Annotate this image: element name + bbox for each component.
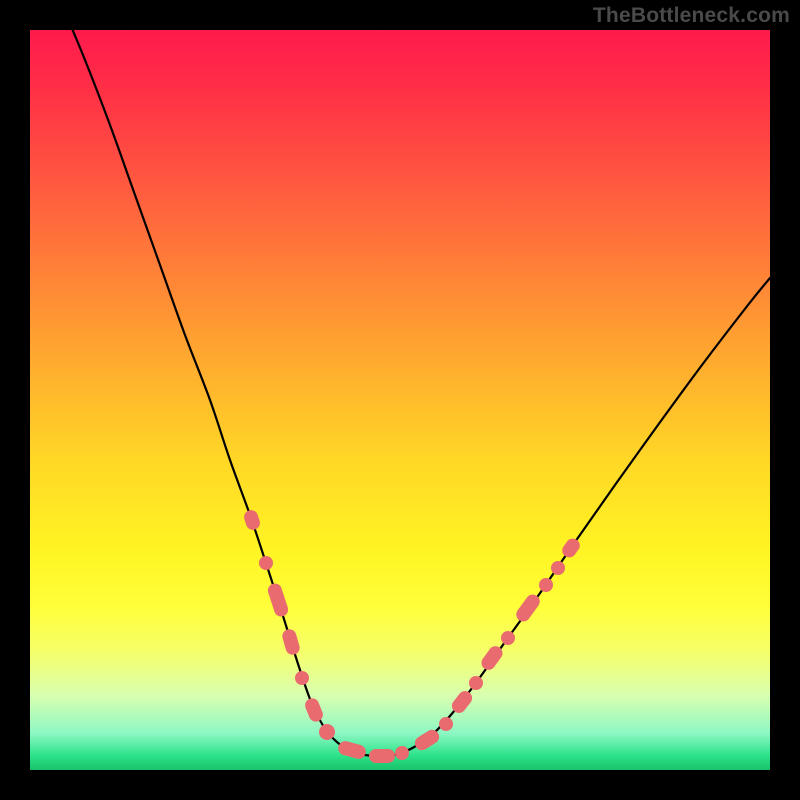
data-segment [242, 508, 261, 531]
chart-container: TheBottleneck.com [0, 0, 800, 800]
data-segment [281, 628, 302, 657]
data-point [469, 676, 483, 690]
data-point [395, 746, 409, 760]
curve-markers [242, 508, 582, 763]
curve-layer [30, 30, 770, 770]
data-point [319, 724, 335, 740]
data-segment [266, 582, 290, 619]
data-point [295, 671, 309, 685]
data-segment [559, 536, 582, 560]
data-point [539, 578, 553, 592]
plot-area [30, 30, 770, 770]
data-point [439, 717, 453, 731]
data-point [501, 631, 515, 645]
bottleneck-curve [60, 30, 770, 756]
data-segment [369, 749, 395, 763]
data-point [551, 561, 565, 575]
watermark-text: TheBottleneck.com [593, 4, 790, 28]
data-segment [337, 740, 368, 761]
data-segment [303, 696, 325, 723]
data-point [259, 556, 273, 570]
